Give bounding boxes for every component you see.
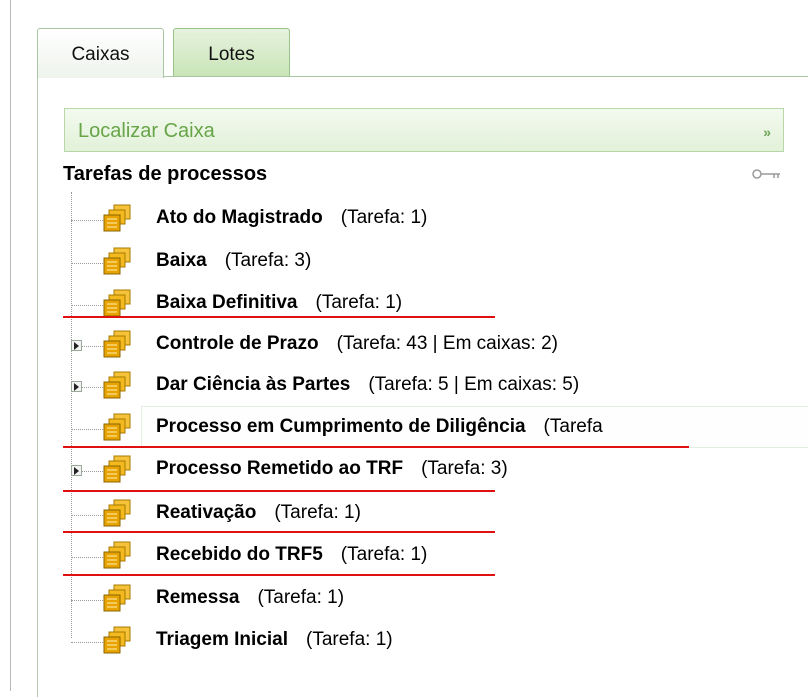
tree-item-count: (Tarefa: 3) <box>224 250 312 271</box>
box-icon <box>102 204 132 234</box>
tree-item[interactable]: Baixa (Tarefa: 3) <box>70 243 808 277</box>
tree-branch-line <box>71 263 103 264</box>
tree-item-name: Triagem Inicial <box>156 629 288 650</box>
annotation-underline <box>63 531 495 533</box>
tree-item[interactable]: Triagem Inicial (Tarefa: 1) <box>70 622 808 656</box>
annotation-underline <box>63 446 689 448</box>
tree-item-count: (Tarefa: 1) <box>306 629 393 650</box>
tree-branch-line <box>71 429 103 430</box>
tree-item-count: (Tarefa: 5 | Em caixas: 5) <box>368 374 580 395</box>
tree-branch-line <box>71 600 103 601</box>
tree-item-label[interactable]: Baixa (Tarefa: 3) <box>156 250 311 272</box>
tree-item-label[interactable]: Recebido do TRF5 (Tarefa: 1) <box>156 544 427 566</box>
search-label: Localizar Caixa <box>78 120 215 142</box>
tree-branch-line <box>71 220 103 221</box>
tree-item-name: Dar Ciência às Partes <box>156 374 351 395</box>
tree-item-name: Reativação <box>156 502 257 523</box>
box-icon <box>102 247 132 277</box>
tree-item[interactable]: Processo em Cumprimento de Diligência (Ta… <box>70 409 808 443</box>
tree-item-label[interactable]: Processo Remetido ao TRF (Tarefa: 3) <box>156 458 508 480</box>
tree-item[interactable]: Controle de Prazo (Tarefa: 43 | Em caixas… <box>70 326 808 360</box>
box-icon <box>102 413 132 443</box>
tree-item-count: (Tarefa <box>543 416 603 437</box>
key-icon[interactable] <box>752 168 782 180</box>
tree-item-name: Processo Remetido ao TRF <box>156 458 404 479</box>
tree-item[interactable]: Recebido do TRF5 (Tarefa: 1) <box>70 537 808 571</box>
tree-item-label[interactable]: Dar Ciência às Partes (Tarefa: 5 | Em cai… <box>156 374 579 396</box>
tree-item-name: Remessa <box>156 587 240 608</box>
tree-item-name: Baixa Definitiva <box>156 292 298 313</box>
tree-item-label[interactable]: Baixa Definitiva (Tarefa: 1) <box>156 292 402 314</box>
tree-item-name: Baixa <box>156 250 207 271</box>
search-box-header[interactable]: Localizar Caixa » <box>64 108 784 152</box>
tree-branch-line <box>71 305 103 306</box>
box-icon <box>102 455 132 485</box>
tree-item-label[interactable]: Reativação (Tarefa: 1) <box>156 502 361 524</box>
tree-branch-line <box>71 515 103 516</box>
tree-item[interactable]: Baixa Definitiva (Tarefa: 1) <box>70 285 808 319</box>
tree-branch-line <box>71 642 103 643</box>
tree-item-count: (Tarefa: 1) <box>257 587 345 608</box>
tree-item-count: (Tarefa: 43 | Em caixas: 2) <box>336 333 558 354</box>
expander-icon[interactable] <box>71 340 82 351</box>
tree-item[interactable]: Processo Remetido ao TRF (Tarefa: 3) <box>70 451 808 485</box>
tree-item-count: (Tarefa: 1) <box>340 207 428 228</box>
tree-branch-line <box>71 557 103 558</box>
tree-item-label[interactable]: Remessa (Tarefa: 1) <box>156 587 344 609</box>
tree-item-count: (Tarefa: 1) <box>274 502 361 523</box>
tree-item-name: Recebido do TRF5 <box>156 544 323 565</box>
box-icon <box>102 330 132 360</box>
tree-item-label[interactable]: Ato do Magistrado (Tarefa: 1) <box>156 207 427 229</box>
box-icon <box>102 499 132 529</box>
expand-arrow-icon[interactable]: » <box>763 124 771 140</box>
tree-item-label[interactable]: Triagem Inicial (Tarefa: 1) <box>156 629 393 651</box>
expander-icon[interactable] <box>71 465 82 476</box>
tree-item-label[interactable]: Controle de Prazo (Tarefa: 43 | Em caixas… <box>156 333 558 355</box>
box-icon <box>102 289 132 319</box>
tree-item-count: (Tarefa: 3) <box>421 458 508 479</box>
tree-item-count: (Tarefa: 1) <box>340 544 428 565</box>
box-icon <box>102 541 132 571</box>
tab-caixas[interactable]: Caixas <box>37 28 164 78</box>
tree-item-name: Controle de Prazo <box>156 333 319 354</box>
annotation-underline <box>63 490 495 492</box>
tab-lotes[interactable]: Lotes <box>173 28 290 76</box>
tree-item-count: (Tarefa: 1) <box>315 292 403 313</box>
box-icon <box>102 584 132 614</box>
tree-item[interactable]: Ato do Magistrado (Tarefa: 1) <box>70 200 808 234</box>
tree-item[interactable]: Reativação (Tarefa: 1) <box>70 495 808 529</box>
tree-title: Tarefas de processos <box>63 163 268 185</box>
left-divider <box>10 0 11 691</box>
tree-item[interactable]: Remessa (Tarefa: 1) <box>70 580 808 614</box>
annotation-underline <box>63 574 495 576</box>
box-icon <box>102 371 132 401</box>
tree-item[interactable]: Dar Ciência às Partes (Tarefa: 5 | Em cai… <box>70 367 808 401</box>
tree-item-label[interactable]: Processo em Cumprimento de Diligência (Ta… <box>156 416 603 438</box>
box-icon <box>102 626 132 656</box>
tree-item-name: Ato do Magistrado <box>156 207 323 228</box>
tree-item-name: Processo em Cumprimento de Diligência <box>156 416 526 437</box>
annotation-underline <box>63 316 495 318</box>
expander-icon[interactable] <box>71 381 82 392</box>
